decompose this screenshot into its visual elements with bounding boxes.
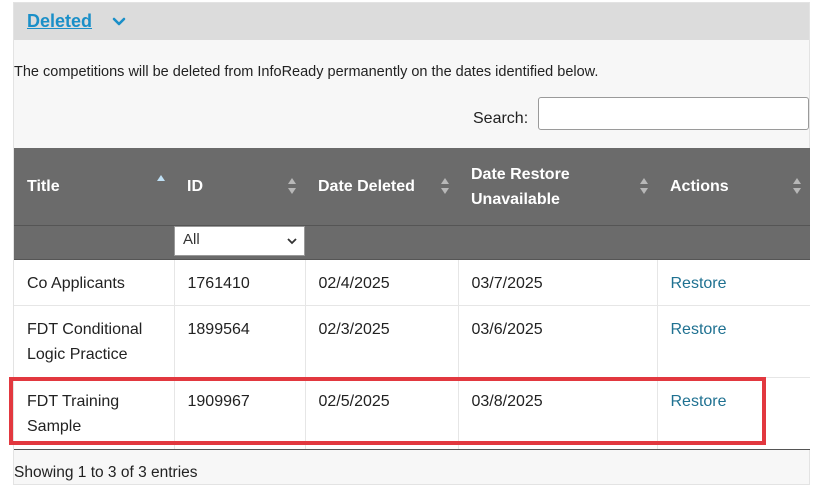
cell-restore-unavailable: 03/6/2025 [458,305,658,378]
chevron-down-icon [287,237,297,244]
panel-header: Deleted [14,3,809,40]
table-row: Co Applicants 1761410 02/4/2025 03/7/202… [14,259,810,306]
column-header-title[interactable]: Title [14,148,174,226]
table-row: FDT Training Sample 1909967 02/5/2025 03… [14,377,810,450]
column-header-date-restore-unavailable[interactable]: Date Restore Unavailable [458,148,657,226]
cell-id: 1761410 [174,259,306,306]
column-date-restore-label: Date Restore Unavailable [471,165,570,208]
cell-restore-unavailable: 03/8/2025 [458,377,658,450]
search-input[interactable] [538,97,809,130]
cell-id: 1909967 [174,377,306,450]
search-label: Search: [473,110,529,127]
sort-icon [441,178,449,194]
cell-title: FDT Conditional Logic Practice [14,305,175,378]
table-info: Showing 1 to 3 of 3 entries [14,464,198,481]
id-filter-value: All [183,230,200,248]
sort-icon [640,178,648,194]
sort-ascending-icon [157,175,165,181]
table-header-row: Title ID Date Deleted Date Restore Unava… [14,148,810,226]
chevron-down-icon[interactable] [110,13,128,31]
cell-date-deleted: 02/4/2025 [305,259,459,306]
sort-icon [288,178,296,194]
cell-date-deleted: 02/3/2025 [305,305,459,378]
cell-date-deleted: 02/5/2025 [305,377,459,450]
column-date-deleted-label: Date Deleted [318,178,415,195]
column-title-label: Title [27,178,60,195]
cell-title: Co Applicants [14,259,175,306]
filter-row: All [14,225,810,260]
id-filter-select[interactable]: All [174,225,305,256]
column-header-actions[interactable]: Actions [657,148,810,226]
cell-id: 1899564 [174,305,306,378]
column-id-label: ID [187,178,203,195]
column-header-id[interactable]: ID [174,148,305,226]
sort-icon [793,178,801,194]
restore-link[interactable]: Restore [671,321,727,338]
deleted-competitions-table: Title ID Date Deleted Date Restore Unava… [14,148,810,450]
column-actions-label: Actions [670,178,729,195]
intro-text: The competitions will be deleted from In… [14,64,599,80]
table-row: FDT Conditional Logic Practice 1899564 0… [14,305,810,378]
restore-link[interactable]: Restore [671,275,727,292]
restore-link[interactable]: Restore [671,393,727,410]
cell-title: FDT Training Sample [14,377,175,450]
cell-restore-unavailable: 03/7/2025 [458,259,658,306]
deleted-panel: Deleted The competitions will be deleted… [13,2,810,485]
column-header-date-deleted[interactable]: Date Deleted [305,148,458,226]
deleted-section-toggle[interactable]: Deleted [27,11,92,32]
